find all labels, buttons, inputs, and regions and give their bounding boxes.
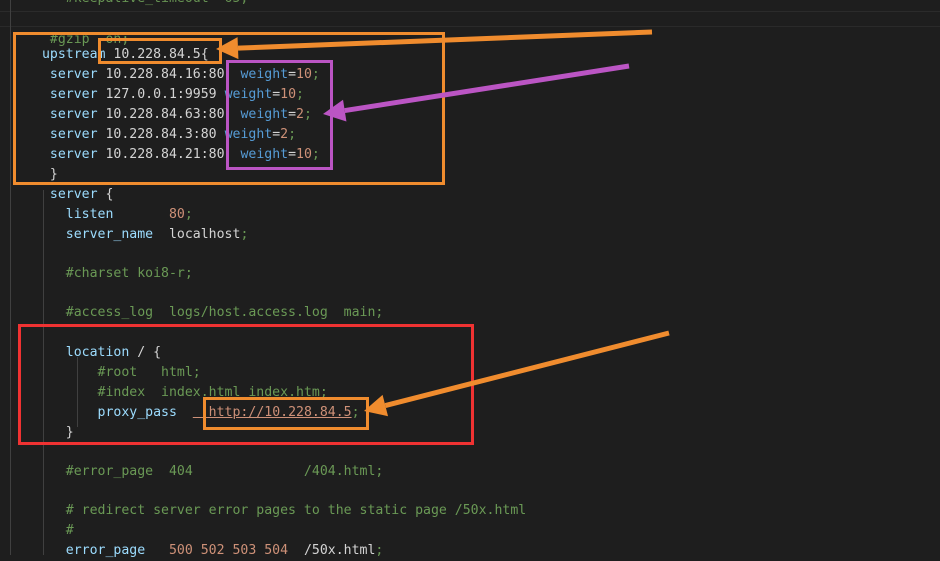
code-token: #index index.html index.htm; (97, 385, 328, 400)
code-token: #charset koi8-r; (65, 266, 193, 281)
code-line[interactable]: } (66, 423, 74, 443)
code-line[interactable]: listen 80; (66, 205, 193, 225)
code-line[interactable]: server 10.228.84.21:80 weight=10; (50, 145, 320, 165)
code-token: { (200, 47, 209, 62)
code-line[interactable]: # redirect server error pages to the sta… (66, 501, 527, 521)
code-line[interactable]: upstream 10.228.84.5{ (42, 45, 209, 65)
code-line[interactable]: # (66, 521, 74, 541)
code-token: 2 (296, 107, 304, 122)
code-line[interactable]: server 127.0.0.1:9959 weight=10; (50, 85, 304, 105)
code-token: 10.228.84.3:80 (105, 127, 217, 142)
code-token: 10 (296, 147, 312, 162)
code-token: #error_page 404 /404.html; (65, 464, 384, 479)
code-token: 10 (296, 67, 312, 82)
code-token: # (65, 523, 74, 538)
code-line[interactable]: server_name localhost; (66, 225, 249, 245)
code-token: ; (184, 207, 193, 222)
code-token: #root html; (97, 365, 201, 380)
code-token: http://10.228.84.5 (192, 405, 352, 420)
code-token: localhost (168, 227, 241, 242)
code-token: } (65, 425, 74, 440)
code-token: = (272, 87, 281, 102)
code-token: { (153, 345, 162, 360)
code-token: 127.0.0.1:9959 (105, 87, 217, 102)
code-token: weight (224, 127, 273, 142)
code-token: = (288, 107, 297, 122)
code-token: 2 (280, 127, 289, 142)
code-line[interactable]: #index index.html index.htm; (98, 383, 328, 403)
code-token: server_name (65, 227, 169, 242)
code-token: upstream (41, 47, 114, 62)
code-token: # redirect server error pages to the sta… (65, 503, 527, 518)
code-token: ; (351, 405, 360, 420)
code-token: ; (240, 227, 249, 242)
code-token: error_page (65, 543, 169, 558)
code-line[interactable]: #access_log logs/host.access.log main; (66, 303, 384, 323)
code-token: weight (240, 147, 289, 162)
code-token: = (272, 127, 281, 142)
code-line[interactable]: #error_page 404 /404.html; (66, 462, 384, 482)
code-token: { (105, 187, 114, 202)
code-line[interactable]: location / { (66, 343, 161, 363)
code-token: weight (240, 67, 289, 82)
code-token: 500 502 503 504 (168, 543, 289, 558)
code-line[interactable]: server 10.228.84.63:80 weight=2; (50, 105, 312, 125)
code-token: server (49, 67, 106, 82)
code-line[interactable]: #root html; (98, 363, 201, 383)
code-token: ; (296, 87, 304, 102)
code-token: ; (288, 127, 297, 142)
code-token: = (288, 67, 297, 82)
code-line[interactable]: server 10.228.84.3:80 weight=2; (50, 125, 296, 145)
code-token: = (288, 147, 297, 162)
code-line[interactable]: #charset koi8-r; (66, 264, 193, 284)
code-line[interactable]: server { (50, 185, 114, 205)
code-token: server (49, 87, 106, 102)
code-line[interactable]: error_page 500 502 503 504 /50x.html; (66, 541, 384, 561)
code-token: / (137, 345, 154, 360)
code-surface[interactable]: #gzip on; upstream 10.228.84.5{server 10.… (0, 0, 940, 558)
code-token: /50x.html (288, 543, 376, 558)
code-line[interactable]: proxy_pass http://10.228.84.5; (98, 403, 360, 423)
code-line[interactable]: } (50, 165, 58, 185)
code-token: 10 (280, 87, 297, 102)
code-token: proxy_pass (97, 405, 193, 420)
code-token: 10.228.84.63:80 (105, 107, 225, 122)
nginx-config-editor: #keepalive_timeout 65; #gzip on;upstream… (0, 0, 940, 558)
code-token: ; (303, 107, 312, 122)
code-token: ; (311, 67, 320, 82)
code-line[interactable]: server 10.228.84.16:80 weight=10; (50, 65, 320, 85)
code-token: 10.228.84.16:80 (105, 67, 225, 82)
code-token: location (65, 345, 138, 360)
code-token: 10.228.84.21:80 (105, 147, 225, 162)
code-token: } (49, 167, 58, 182)
code-token: 80 (168, 207, 185, 222)
code-token: server (49, 127, 106, 142)
code-token: weight (240, 107, 289, 122)
code-token: weight (224, 87, 273, 102)
code-token: ; (311, 147, 320, 162)
code-token: ; (375, 543, 384, 558)
code-token: listen (65, 207, 169, 222)
code-token: server (49, 187, 106, 202)
code-token: 10.228.84.5 (113, 47, 201, 62)
code-token: #access_log logs/host.access.log main; (65, 305, 384, 320)
code-token: server (49, 107, 106, 122)
code-token: server (49, 147, 106, 162)
